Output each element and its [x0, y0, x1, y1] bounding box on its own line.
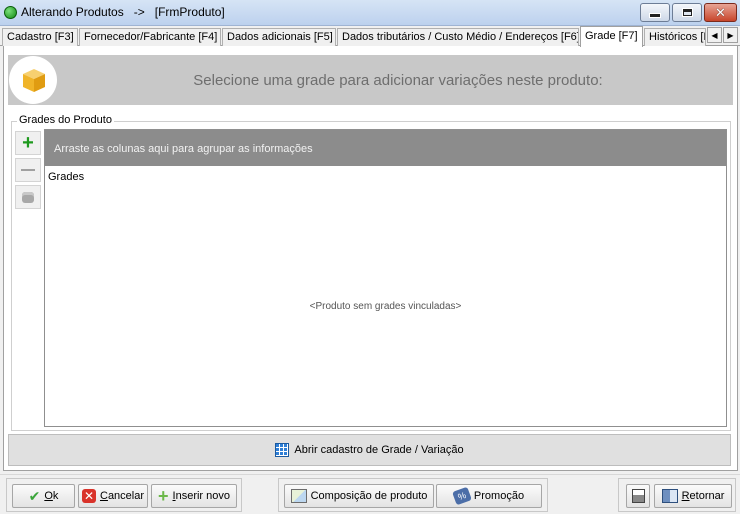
close-button[interactable]: ✕: [704, 3, 737, 22]
box-icon: [23, 69, 45, 92]
grid-icon: [275, 443, 290, 457]
tab-dados-tributarios[interactable]: Dados tributários / Custo Médio / Endere…: [337, 28, 579, 46]
grade-banner: Selecione uma grade para adicionar varia…: [8, 55, 733, 105]
window-title: Alterando Produtos -> [FrmProduto]: [21, 5, 225, 19]
insert-new-button[interactable]: + Inserir novo: [151, 484, 237, 508]
tab-cadastro[interactable]: Cadastro [F3]: [2, 28, 78, 46]
remove-grade-button[interactable]: [15, 158, 41, 182]
ok-label: Ok: [44, 490, 59, 502]
grade-database-button[interactable]: [15, 185, 41, 209]
return-button[interactable]: Retornar: [654, 484, 732, 508]
group-by-panel[interactable]: Arraste as colunas aqui para agrupar as …: [45, 130, 726, 166]
open-grade-register-button[interactable]: Abrir cadastro de Grade / Variação: [8, 434, 731, 466]
group-by-hint: Arraste as colunas aqui para agrupar as …: [54, 143, 313, 155]
cancel-icon: ✕: [81, 489, 96, 503]
promotion-label: Promoção: [473, 490, 525, 502]
tag-icon: %: [452, 486, 472, 506]
tab-strip: Cadastro [F3] Fornecedor/Fabricante [F4]…: [0, 26, 740, 47]
plus-icon: +: [22, 132, 34, 154]
return-label: Retornar: [681, 490, 725, 502]
arrow-right-icon: ▶: [727, 30, 734, 40]
product-composition-button[interactable]: Composição de produto: [284, 484, 434, 508]
group-label: Grades do Produto: [17, 114, 114, 126]
promotion-button[interactable]: % Promoção: [436, 484, 542, 508]
arrow-left-icon: ◀: [711, 30, 718, 40]
cancel-button[interactable]: ✕ Cancelar: [78, 484, 148, 508]
save-layout-button[interactable]: [626, 484, 650, 508]
add-grade-button[interactable]: +: [15, 131, 41, 155]
app-icon: [4, 6, 17, 19]
ok-button[interactable]: ✔ Ok: [12, 484, 75, 508]
maximize-icon: [682, 9, 692, 16]
insert-new-label: Inserir novo: [172, 490, 230, 502]
cancel-label: Cancelar: [99, 490, 145, 502]
grades-grid[interactable]: Arraste as colunas aqui para agrupar as …: [44, 129, 727, 427]
minimize-button[interactable]: [640, 3, 670, 22]
exit-icon: [661, 489, 678, 503]
empty-grid-message: <Produto sem grades vinculadas>: [309, 301, 462, 312]
minimize-icon: [649, 13, 661, 18]
tab-dados-adicionais[interactable]: Dados adicionais [F5]: [222, 28, 336, 46]
composition-icon: [290, 489, 307, 503]
save-icon: [631, 489, 645, 503]
minus-icon: [21, 169, 35, 171]
tab-scroll-right[interactable]: ▶: [723, 27, 738, 43]
tab-historicos[interactable]: Históricos [I: [644, 28, 706, 46]
tab-fornecedor[interactable]: Fornecedor/Fabricante [F4]: [79, 28, 221, 46]
banner-icon-circle: [9, 56, 57, 104]
tab-grade[interactable]: Grade [F7]: [580, 26, 643, 47]
tab-scroll-left[interactable]: ◀: [707, 27, 722, 43]
maximize-button[interactable]: [672, 3, 702, 22]
product-composition-label: Composição de produto: [310, 490, 428, 502]
window-titlebar: Alterando Produtos -> [FrmProduto] ✕: [0, 0, 740, 26]
column-header-grades[interactable]: Grades: [48, 171, 84, 183]
plus-icon: +: [158, 486, 169, 506]
close-icon: ✕: [715, 5, 726, 20]
database-icon: [22, 191, 34, 203]
open-grade-register-label: Abrir cadastro de Grade / Variação: [294, 444, 464, 456]
banner-text: Selecione uma grade para adicionar varia…: [193, 72, 603, 89]
check-icon: ✔: [28, 488, 41, 504]
